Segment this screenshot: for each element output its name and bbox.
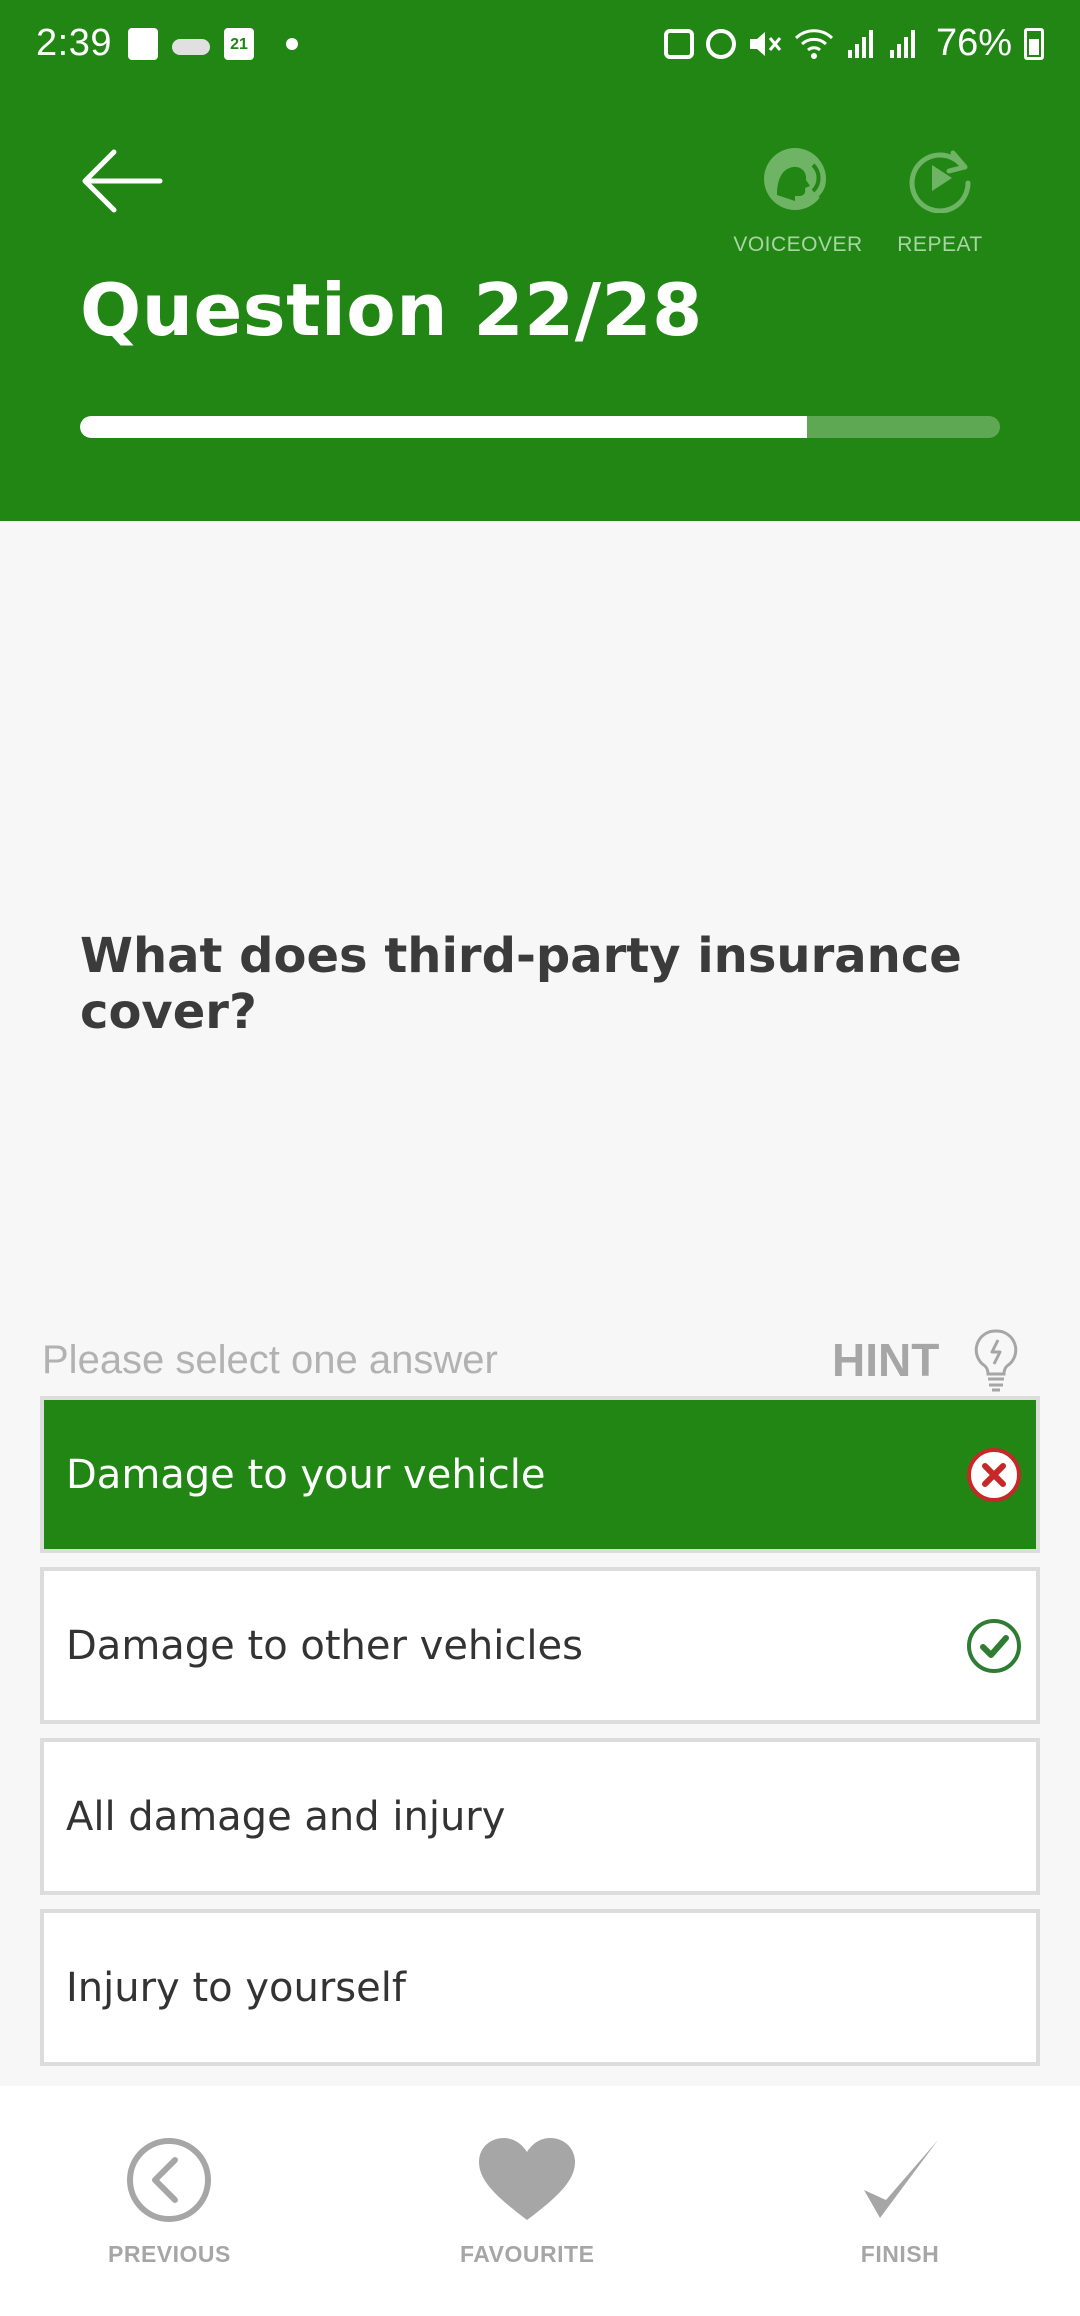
lightbulb-icon	[975, 1329, 1018, 1392]
checkmark-icon	[864, 2140, 938, 2218]
voiceover-icon	[764, 148, 831, 210]
favourite-button[interactable]: FAVOURITE	[460, 2136, 594, 2268]
header: 2:39 21 76% VOICEOVER REPEAT Question 22…	[0, 0, 1080, 521]
status-right-icons: 76%	[663, 22, 1044, 65]
bottom-nav: PREVIOUS FAVOURITE FINISH	[0, 2086, 1080, 2316]
answer-list: Damage to your vehicle Damage to other v…	[40, 1396, 1040, 2080]
signal-icon	[847, 29, 873, 58]
answer-label: Damage to your vehicle	[66, 1451, 546, 1498]
alarm-icon	[705, 28, 736, 59]
question-counter: Question 22/28	[80, 268, 703, 352]
signal-icon	[889, 29, 915, 58]
answer-option[interactable]: Damage to other vehicles	[40, 1567, 1040, 1724]
voiceover-label: VOICEOVER	[733, 233, 863, 256]
answer-label: Injury to yourself	[66, 1964, 406, 2011]
finish-button[interactable]: FINISH	[850, 2136, 950, 2268]
previous-button[interactable]: PREVIOUS	[108, 2136, 231, 2268]
answer-prompt: Please select one answer	[42, 1338, 498, 1382]
battery-percent: 76%	[935, 22, 1012, 64]
status-time: 2:39	[36, 22, 112, 64]
calendar-icon: 21	[224, 28, 254, 60]
hint-button[interactable]: HINT	[832, 1328, 1019, 1392]
status-bar: 2:39 21 76%	[0, 0, 1080, 92]
check-circle-icon	[967, 1618, 1021, 1673]
x-circle-icon	[967, 1447, 1021, 1502]
wifi-icon	[794, 28, 833, 59]
progress-bar	[80, 416, 1000, 438]
gallery-icon	[128, 28, 158, 60]
voiceover-button[interactable]: VOICEOVER	[730, 143, 866, 257]
repeat-button[interactable]: REPEAT	[890, 143, 990, 257]
favourite-label: FAVOURITE	[460, 2241, 595, 2267]
repeat-label: REPEAT	[897, 233, 983, 256]
status-left-icons: 21	[128, 28, 298, 60]
battery-saver-icon	[663, 28, 694, 59]
glasses-icon	[172, 39, 210, 55]
previous-label: PREVIOUS	[108, 2241, 231, 2267]
back-button[interactable]	[80, 148, 164, 214]
finish-label: FINISH	[860, 2241, 940, 2267]
answer-label: Damage to other vehicles	[66, 1622, 583, 1669]
battery-icon	[1024, 27, 1044, 60]
progress-fill	[80, 416, 807, 438]
answer-option[interactable]: Injury to yourself	[40, 1909, 1040, 2066]
mute-icon	[749, 31, 782, 56]
answer-label: All damage and injury	[66, 1793, 506, 1840]
chevron-left-circle-icon	[127, 2138, 212, 2222]
answer-option[interactable]: Damage to your vehicle	[40, 1396, 1040, 1553]
question-text: What does third-party insurance cover?	[80, 928, 962, 1040]
heart-icon	[479, 2138, 576, 2220]
answer-option[interactable]: All damage and injury	[40, 1738, 1040, 1895]
repeat-icon	[909, 150, 971, 213]
arrow-left-icon	[82, 149, 163, 213]
hint-label: HINT	[832, 1334, 940, 1386]
notification-dot-icon	[286, 38, 298, 50]
